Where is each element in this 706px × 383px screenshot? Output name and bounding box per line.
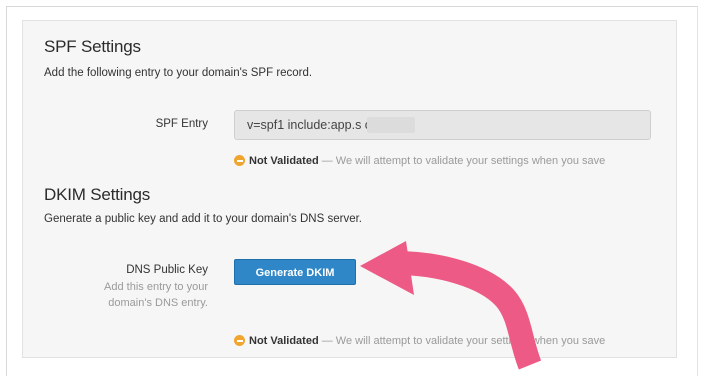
dkim-validation-status: Not Validated — We will attempt to valid… <box>234 335 605 347</box>
spf-validation-status: Not Validated — We will attempt to valid… <box>234 155 605 167</box>
help-line-2: domain's DNS entry. <box>108 297 208 309</box>
dns-public-key-help: Add this entry to your domain's DNS entr… <box>8 279 208 311</box>
generate-dkim-button[interactable]: Generate DKIM <box>234 259 356 285</box>
help-line-1: Add this entry to your <box>104 281 208 293</box>
page: SPF Settings Add the following entry to … <box>0 0 706 383</box>
spf-status-label: Not Validated <box>249 155 319 167</box>
dkim-section-title: DKIM Settings <box>44 185 151 204</box>
dkim-status-label: Not Validated <box>249 335 319 347</box>
spf-entry-label: SPF Entry <box>155 118 208 130</box>
spf-status-text: — We will attempt to validate your setti… <box>318 155 606 167</box>
spf-section-title: SPF Settings <box>44 37 141 56</box>
spf-section-description: Add the following entry to your domain's… <box>44 67 313 79</box>
warning-minus-icon <box>234 155 245 166</box>
warning-minus-icon <box>234 335 245 346</box>
redacted-text <box>367 117 415 133</box>
dkim-section-description: Generate a public key and add it to your… <box>44 213 362 225</box>
dns-public-key-label: DNS Public Key <box>126 264 208 276</box>
spf-entry-field[interactable]: v=spf1 include:app.s com ~all <box>234 110 651 140</box>
dkim-status-text: — We will attempt to validate your setti… <box>318 335 606 347</box>
